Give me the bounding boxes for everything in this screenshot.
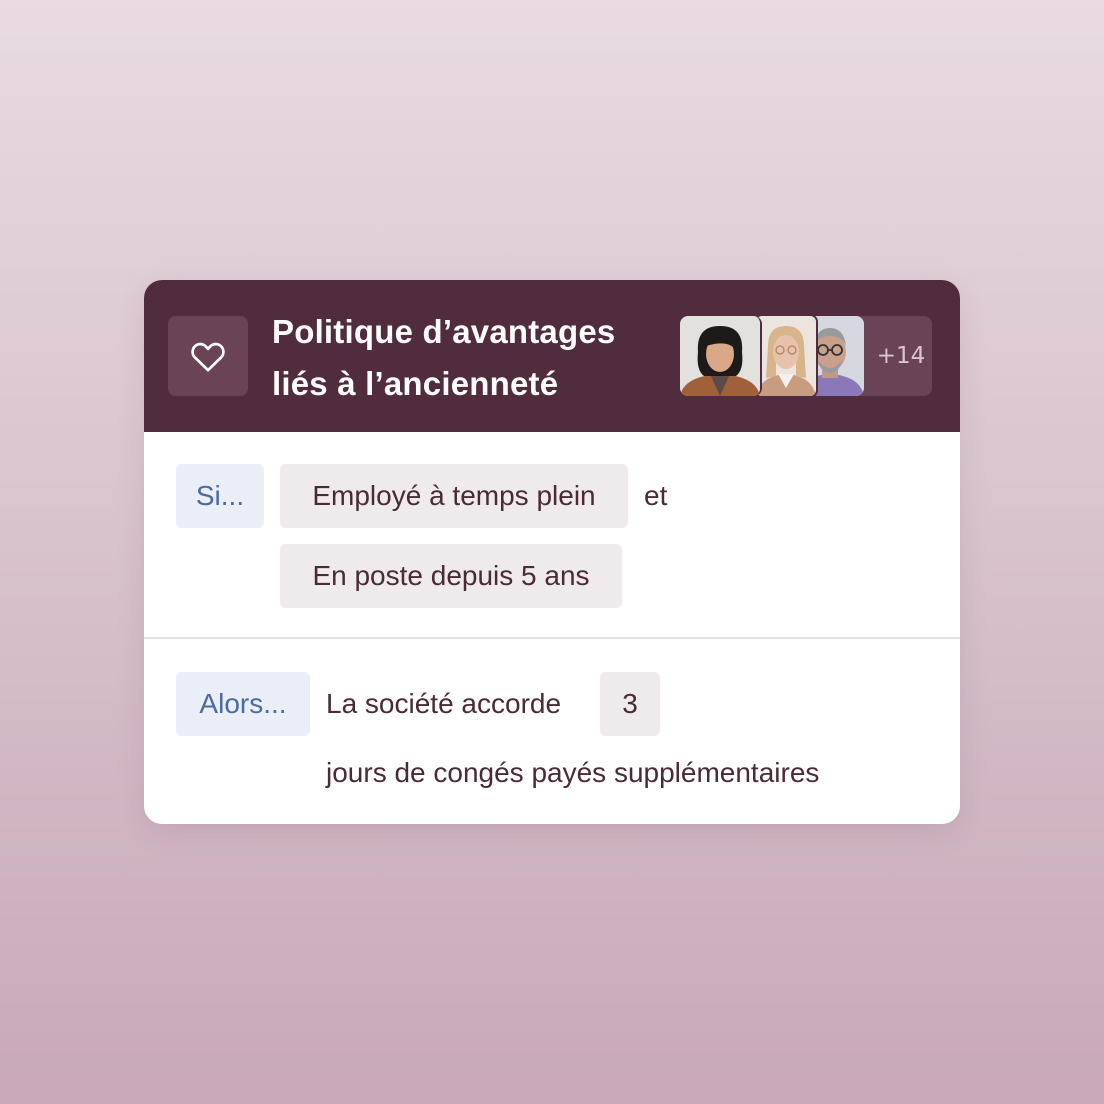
avatar — [754, 314, 818, 398]
policy-card: Politique d’avantages liés à l’anciennet… — [144, 280, 960, 824]
if-label[interactable]: Si... — [176, 464, 264, 528]
assignee-avatars[interactable]: +14 — [680, 314, 932, 398]
more-assignees-badge[interactable]: +14 — [856, 316, 932, 396]
condition-chip-employment[interactable]: Employé à temps plein — [280, 464, 628, 528]
policy-header: Politique d’avantages liés à l’anciennet… — [144, 280, 960, 432]
avatar — [680, 316, 762, 396]
action-text-paid-leave: jours de congés payés supplémentaires — [326, 757, 820, 788]
condition-chip-tenure[interactable]: En poste depuis 5 ans — [280, 544, 622, 608]
heart-icon — [191, 342, 225, 372]
and-connector: et — [644, 480, 668, 511]
then-label[interactable]: Alors... — [176, 672, 310, 736]
days-value-chip[interactable]: 3 — [600, 672, 660, 736]
action-text-grant: La société accorde — [326, 688, 562, 719]
policy-title: Politique d’avantages liés à l’anciennet… — [272, 313, 616, 402]
more-assignees-count: +14 — [876, 343, 926, 369]
section-divider — [144, 637, 960, 639]
heart-icon-button[interactable] — [168, 316, 248, 396]
